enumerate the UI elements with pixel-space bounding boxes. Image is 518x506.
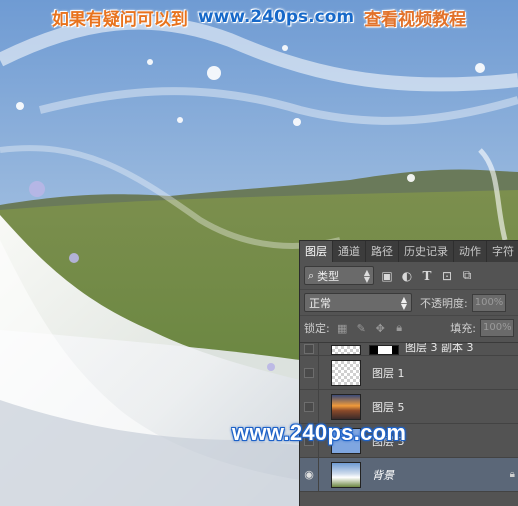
- layer-filter-select[interactable]: ⌕ 类型 ▲ ▼: [304, 266, 374, 285]
- filter-shape-icon[interactable]: ⊡: [440, 269, 454, 283]
- visibility-toggle[interactable]: ◉: [300, 458, 319, 491]
- layer-thumbnail: [331, 461, 361, 488]
- filter-pixel-icon[interactable]: ▣: [380, 269, 394, 283]
- eye-icon: ◉: [304, 468, 314, 481]
- layer-row[interactable]: 图层 1: [300, 356, 518, 390]
- tab-paths[interactable]: 路径: [366, 241, 399, 262]
- tab-character[interactable]: 字符: [487, 241, 518, 262]
- lock-row: 锁定: ▦ ✎ ✥ 🔒︎ 填充: 100%: [300, 315, 518, 340]
- visibility-toggle[interactable]: [300, 343, 319, 355]
- banner: 如果有疑问可以到 www.240ps.com 查看视频教程: [0, 4, 518, 30]
- lock-label: 锁定:: [304, 322, 330, 335]
- layer-name: 图层 1: [372, 366, 405, 380]
- layer-thumbnail: [331, 345, 361, 355]
- layer-name: 背景: [372, 468, 394, 482]
- banner-left-text: 如果有疑问可以到: [51, 9, 188, 30]
- layer-mask-thumbnail: [369, 345, 399, 355]
- lock-all-icon[interactable]: 🔒︎: [393, 321, 406, 335]
- banner-right-text: 查看视频教程: [364, 9, 467, 30]
- hidden-eye-box-icon: [304, 343, 314, 354]
- panel-tab-bar: 图层 通道 路径 历史记录 动作 字符: [300, 241, 518, 262]
- tab-history[interactable]: 历史记录: [399, 241, 454, 262]
- banner-url[interactable]: www.240ps.com: [198, 7, 354, 27]
- watermark: www.240ps.com: [232, 420, 407, 445]
- layer-row[interactable]: 图层 3 副本 3: [300, 342, 518, 356]
- layer-thumbnail: [331, 359, 361, 386]
- filter-type-icon[interactable]: T: [420, 269, 434, 283]
- layers-panel: 图层 通道 路径 历史记录 动作 字符 ⌕ 类型 ▲ ▼ ▣ ◐ T ⊡ ⧉ 正常…: [299, 240, 518, 506]
- layer-row[interactable]: 图层 5: [300, 390, 518, 424]
- hidden-eye-box-icon: [304, 401, 314, 412]
- opacity-input[interactable]: 100%: [471, 293, 506, 312]
- filter-row: ⌕ 类型 ▲ ▼ ▣ ◐ T ⊡ ⧉: [300, 262, 518, 289]
- fill-label: 填充:: [450, 322, 476, 335]
- tab-layers[interactable]: 图层: [300, 241, 333, 262]
- search-icon: ⌕: [308, 268, 315, 282]
- layer-name: 图层 3 副本 3: [405, 342, 474, 354]
- select-arrows-icon: ▲ ▼: [400, 294, 407, 311]
- hidden-eye-box-icon: [304, 367, 314, 378]
- filter-adjustment-icon[interactable]: ◐: [400, 269, 414, 283]
- opacity-label: 不透明度:: [420, 296, 468, 310]
- lock-transparency-icon[interactable]: ▦: [336, 322, 349, 335]
- visibility-toggle[interactable]: [300, 390, 319, 423]
- filter-select-value: 类型: [317, 269, 340, 283]
- layer-thumbnail: [331, 393, 361, 420]
- blend-row: 正常 ▲ ▼ 不透明度: 100%: [300, 289, 518, 315]
- blend-mode-select[interactable]: 正常 ▲ ▼: [304, 293, 412, 312]
- blend-mode-value: 正常: [309, 296, 331, 310]
- lock-icon: 🔒︎: [509, 469, 515, 480]
- select-arrows-icon: ▲ ▼: [363, 267, 370, 284]
- layer-name: 图层 5: [372, 400, 405, 414]
- tab-channels[interactable]: 通道: [333, 241, 366, 262]
- visibility-toggle[interactable]: [300, 356, 319, 389]
- tab-actions[interactable]: 动作: [454, 241, 487, 262]
- layer-row-selected[interactable]: ◉ 背景 🔒︎: [300, 458, 518, 492]
- filter-smartobject-icon[interactable]: ⧉: [460, 268, 474, 283]
- fill-input[interactable]: 100%: [480, 319, 514, 337]
- lock-move-icon[interactable]: ✥: [374, 322, 387, 335]
- lock-brush-icon[interactable]: ✎: [355, 322, 368, 335]
